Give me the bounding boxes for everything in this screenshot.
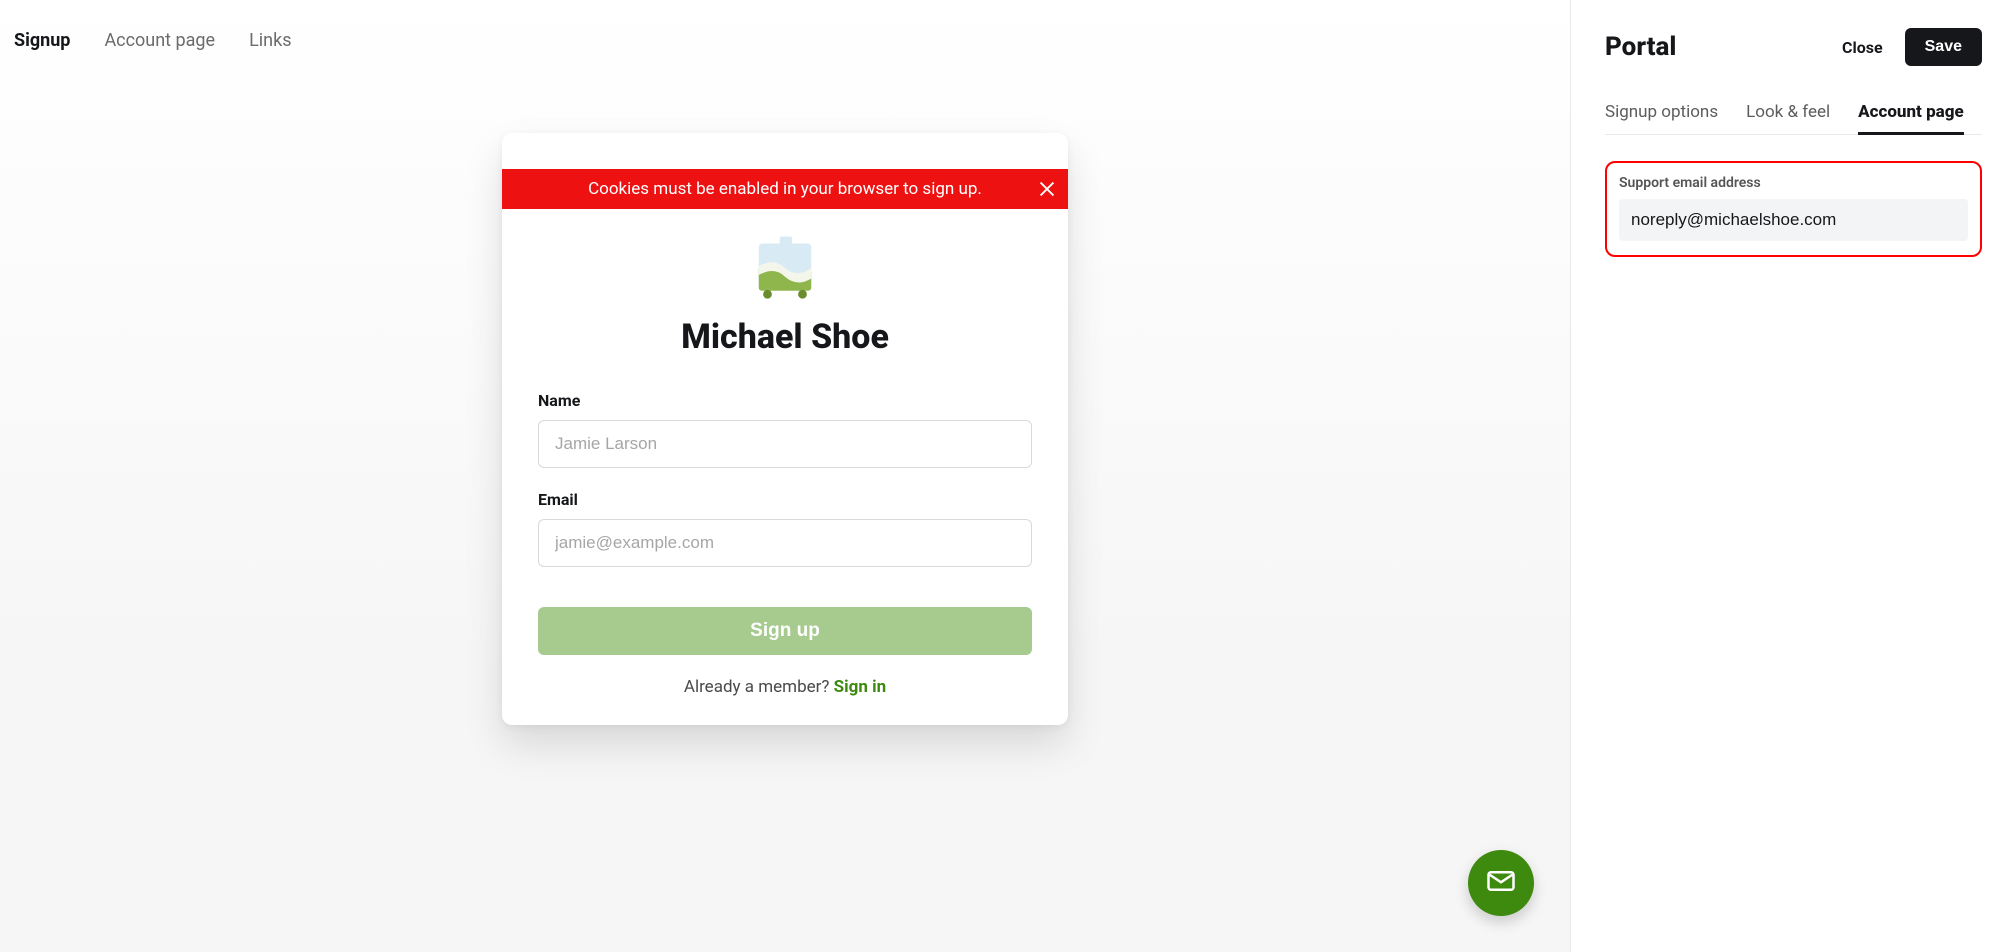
tab-look-and-feel[interactable]: Look & feel [1746,102,1830,134]
signup-card: Cookies must be enabled in your browser … [502,133,1068,725]
close-icon[interactable] [1036,178,1058,200]
signup-button[interactable]: Sign up [538,607,1032,655]
support-email-input[interactable] [1619,199,1968,241]
top-nav: Signup Account page Links [0,0,1570,61]
close-button[interactable]: Close [1842,38,1883,57]
already-member-text: Already a member? Sign in [538,677,1032,697]
email-input[interactable] [538,519,1032,567]
support-email-setting: Support email address [1605,161,1982,257]
panel-tabs: Signup options Look & feel Account page [1605,102,1982,135]
brand-logo [538,233,1032,303]
email-label: Email [538,490,1032,509]
cookie-alert-text: Cookies must be enabled in your browser … [588,179,982,199]
signin-link[interactable]: Sign in [834,677,886,697]
name-field-block: Name [538,391,1032,468]
tab-signup-options[interactable]: Signup options [1605,102,1718,134]
mail-icon [1486,866,1516,900]
save-button[interactable]: Save [1905,28,1982,66]
name-input[interactable] [538,420,1032,468]
preview-area: Cookies must be enabled in your browser … [0,61,1570,952]
tab-account-page[interactable]: Account page [1858,102,1964,134]
settings-panel: Portal Close Save Signup options Look & … [1570,0,2000,952]
cookie-alert: Cookies must be enabled in your browser … [502,133,1068,209]
topnav-links[interactable]: Links [249,30,291,51]
email-field-block: Email [538,490,1032,567]
name-label: Name [538,391,1032,410]
panel-title: Portal [1605,32,1676,62]
support-email-label: Support email address [1619,175,1968,191]
already-prefix: Already a member? [684,677,834,697]
topnav-account-page[interactable]: Account page [104,30,215,51]
support-fab[interactable] [1468,850,1534,916]
topnav-signup[interactable]: Signup [14,30,70,51]
brand-title: Michael Shoe [538,317,1032,357]
